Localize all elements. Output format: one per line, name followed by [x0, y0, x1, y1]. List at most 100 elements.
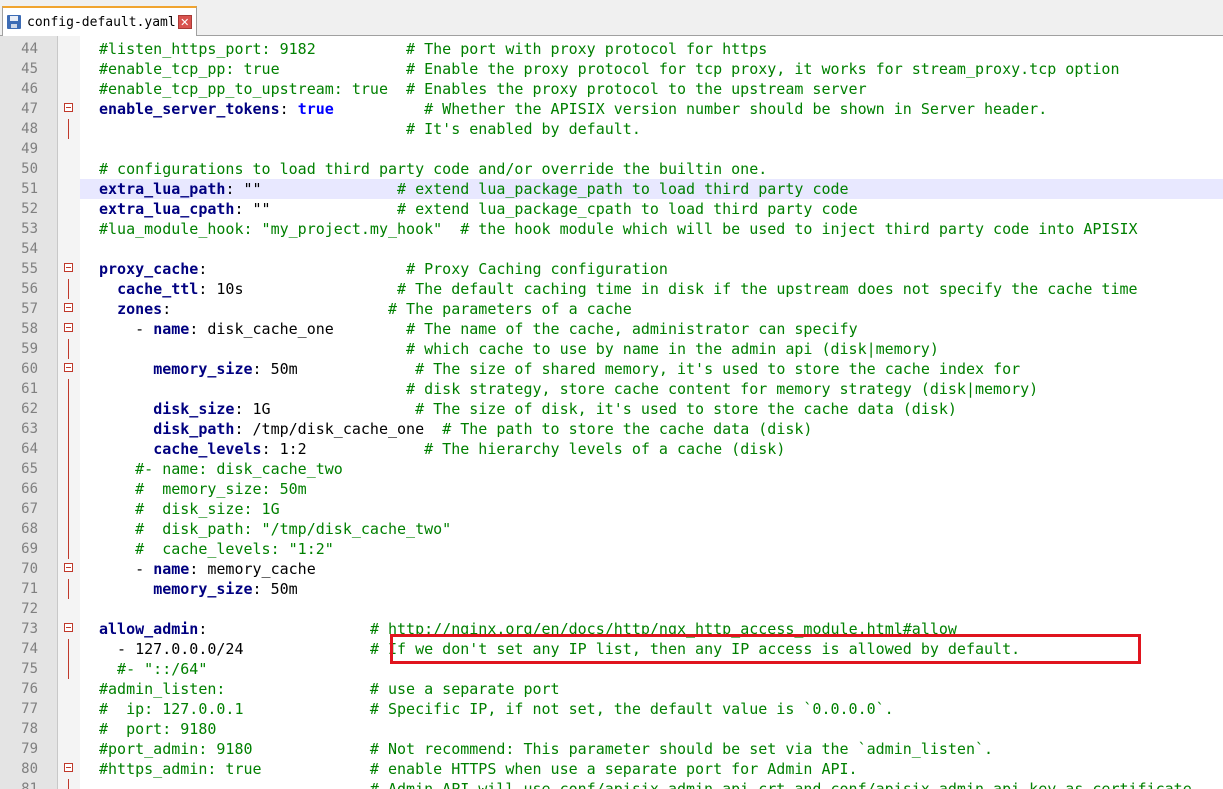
- line-number: 54: [21, 241, 38, 257]
- code-text: - name: memory_cache: [80, 559, 1223, 579]
- line-number: 56: [21, 281, 38, 297]
- code-line[interactable]: 76 #admin_listen: # use a separate port: [0, 679, 1223, 699]
- fold-toggle-icon[interactable]: [64, 363, 73, 372]
- code-key: name: [153, 320, 190, 338]
- fold-toggle-icon[interactable]: [64, 323, 73, 332]
- code-line[interactable]: 51 extra_lua_path: "" # extend lua_packag…: [0, 179, 1223, 199]
- code-key: proxy_cache: [99, 260, 199, 278]
- code-editor[interactable]: 44 #listen_https_port: 9182 # The port wi…: [0, 36, 1223, 789]
- code-line[interactable]: 63 disk_path: /tmp/disk_cache_one # The …: [0, 419, 1223, 439]
- code-line[interactable]: 77 # ip: 127.0.0.1 # Specific IP, if not …: [0, 699, 1223, 719]
- code-comment: # Proxy Caching configuration: [406, 260, 668, 278]
- code-line[interactable]: 70 - name: memory_cache: [0, 559, 1223, 579]
- code-line[interactable]: 50 # configurations to load third party c…: [0, 159, 1223, 179]
- code-key: allow_admin: [99, 620, 199, 638]
- code-text: memory_size: 50m # The size of shared me…: [80, 359, 1223, 379]
- code-text: # It's enabled by default.: [80, 119, 1223, 139]
- code-line[interactable]: 46 #enable_tcp_pp_to_upstream: true # Ena…: [0, 79, 1223, 99]
- code-line[interactable]: 79 #port_admin: 9180 # Not recommend: Thi…: [0, 739, 1223, 759]
- fold-toggle-icon[interactable]: [64, 763, 73, 772]
- code-line[interactable]: 72: [0, 599, 1223, 619]
- tab-config-default[interactable]: config-default.yaml ✕: [2, 6, 197, 36]
- code-line[interactable]: 48 # It's enabled by default.: [0, 119, 1223, 139]
- code-line[interactable]: 59 # which cache to use by name in the a…: [0, 339, 1223, 359]
- code-comment: # disk_path: "/tmp/disk_cache_two": [99, 520, 452, 538]
- fold-guide: [68, 399, 69, 419]
- line-number: 53: [21, 221, 38, 237]
- close-icon[interactable]: ✕: [177, 15, 192, 29]
- code-comment: #https_admin: true # enable HTTPS when u…: [99, 760, 858, 778]
- code-line[interactable]: 57 zones: # The parameters of a cache: [0, 299, 1223, 319]
- code-value: [99, 360, 153, 378]
- fold-toggle-icon[interactable]: [64, 263, 73, 272]
- line-number: 57: [21, 301, 38, 317]
- code-line[interactable]: 45 #enable_tcp_pp: true # Enable the prox…: [0, 59, 1223, 79]
- code-text: extra_lua_path: "" # extend lua_package_…: [80, 179, 1223, 199]
- code-value: :: [279, 100, 298, 118]
- code-line[interactable]: 58 - name: disk_cache_one # The name of …: [0, 319, 1223, 339]
- fold-guide: [68, 379, 69, 399]
- code-text: cache_ttl: 10s # The default caching tim…: [80, 279, 1223, 299]
- code-line[interactable]: 61 # disk strategy, store cache content …: [0, 379, 1223, 399]
- code-key: disk_size: [153, 400, 235, 418]
- fold-guide: [68, 479, 69, 499]
- code-value: : memory_cache: [189, 560, 316, 578]
- code-line[interactable]: 65 #- name: disk_cache_two: [0, 459, 1223, 479]
- code-text: memory_size: 50m: [80, 579, 1223, 599]
- code-line[interactable]: 81 # Admin API will use conf/apisix_admi…: [0, 779, 1223, 789]
- code-comment: # Whether the APISIX version number shou…: [406, 100, 1048, 118]
- code-value: [334, 100, 406, 118]
- code-text: disk_size: 1G # The size of disk, it's u…: [80, 399, 1223, 419]
- line-number: 51: [21, 181, 38, 197]
- code-line[interactable]: 47 enable_server_tokens: true # Whether t…: [0, 99, 1223, 119]
- code-value: : 1:2: [261, 440, 425, 458]
- fold-guide: [68, 779, 69, 789]
- code-comment: # The parameters of a cache: [388, 300, 632, 318]
- code-text: # configurations to load third party cod…: [80, 159, 1223, 179]
- code-line[interactable]: 69 # cache_levels: "1:2": [0, 539, 1223, 559]
- fold-toggle-icon[interactable]: [64, 303, 73, 312]
- code-value: [99, 440, 153, 458]
- code-value: [99, 280, 117, 298]
- code-line[interactable]: 71 memory_size: 50m: [0, 579, 1223, 599]
- code-value: - 127.0.0.0/24: [99, 640, 370, 658]
- code-line[interactable]: 55 proxy_cache: # Proxy Caching configura…: [0, 259, 1223, 279]
- line-number: 70: [21, 561, 38, 577]
- code-line[interactable]: 52 extra_lua_cpath: "" # extend lua_packa…: [0, 199, 1223, 219]
- code-line[interactable]: 49: [0, 139, 1223, 159]
- code-line[interactable]: 56 cache_ttl: 10s # The default caching …: [0, 279, 1223, 299]
- code-line[interactable]: 68 # disk_path: "/tmp/disk_cache_two": [0, 519, 1223, 539]
- code-line[interactable]: 66 # memory_size: 50m: [0, 479, 1223, 499]
- code-comment: # The path to store the cache data (disk…: [442, 420, 813, 438]
- code-text: #- name: disk_cache_two: [80, 459, 1223, 479]
- fold-guide: [68, 499, 69, 519]
- code-line[interactable]: 54: [0, 239, 1223, 259]
- code-comment: # configurations to load third party cod…: [99, 160, 768, 178]
- line-number: 50: [21, 161, 38, 177]
- fold-guide: [68, 579, 69, 599]
- code-line[interactable]: 53 #lua_module_hook: "my_project.my_hook"…: [0, 219, 1223, 239]
- line-number: 44: [21, 41, 38, 57]
- code-text: disk_path: /tmp/disk_cache_one # The pat…: [80, 419, 1223, 439]
- fold-toggle-icon[interactable]: [64, 563, 73, 572]
- code-line[interactable]: 64 cache_levels: 1:2 # The hierarchy lev…: [0, 439, 1223, 459]
- code-value: : "": [225, 180, 398, 198]
- fold-toggle-icon[interactable]: [64, 103, 73, 112]
- code-key: cache_ttl: [117, 280, 199, 298]
- line-number: 62: [21, 401, 38, 417]
- code-line[interactable]: 67 # disk_size: 1G: [0, 499, 1223, 519]
- code-value: : "": [234, 200, 398, 218]
- code-comment: #port_admin: 9180 # Not recommend: This …: [99, 740, 994, 758]
- code-line[interactable]: 80 #https_admin: true # enable HTTPS when…: [0, 759, 1223, 779]
- fold-guide: [68, 279, 69, 299]
- code-value: -: [99, 320, 154, 338]
- line-number: 73: [21, 621, 38, 637]
- code-line[interactable]: 78 # port: 9180: [0, 719, 1223, 739]
- code-value: : 50m: [252, 580, 298, 598]
- code-line[interactable]: 60 memory_size: 50m # The size of shared…: [0, 359, 1223, 379]
- code-line[interactable]: 62 disk_size: 1G # The size of disk, it'…: [0, 399, 1223, 419]
- fold-toggle-icon[interactable]: [64, 623, 73, 632]
- fold-guide: [68, 539, 69, 559]
- code-line[interactable]: 44 #listen_https_port: 9182 # The port wi…: [0, 39, 1223, 59]
- code-comment: # extend lua_package_cpath to load third…: [397, 200, 858, 218]
